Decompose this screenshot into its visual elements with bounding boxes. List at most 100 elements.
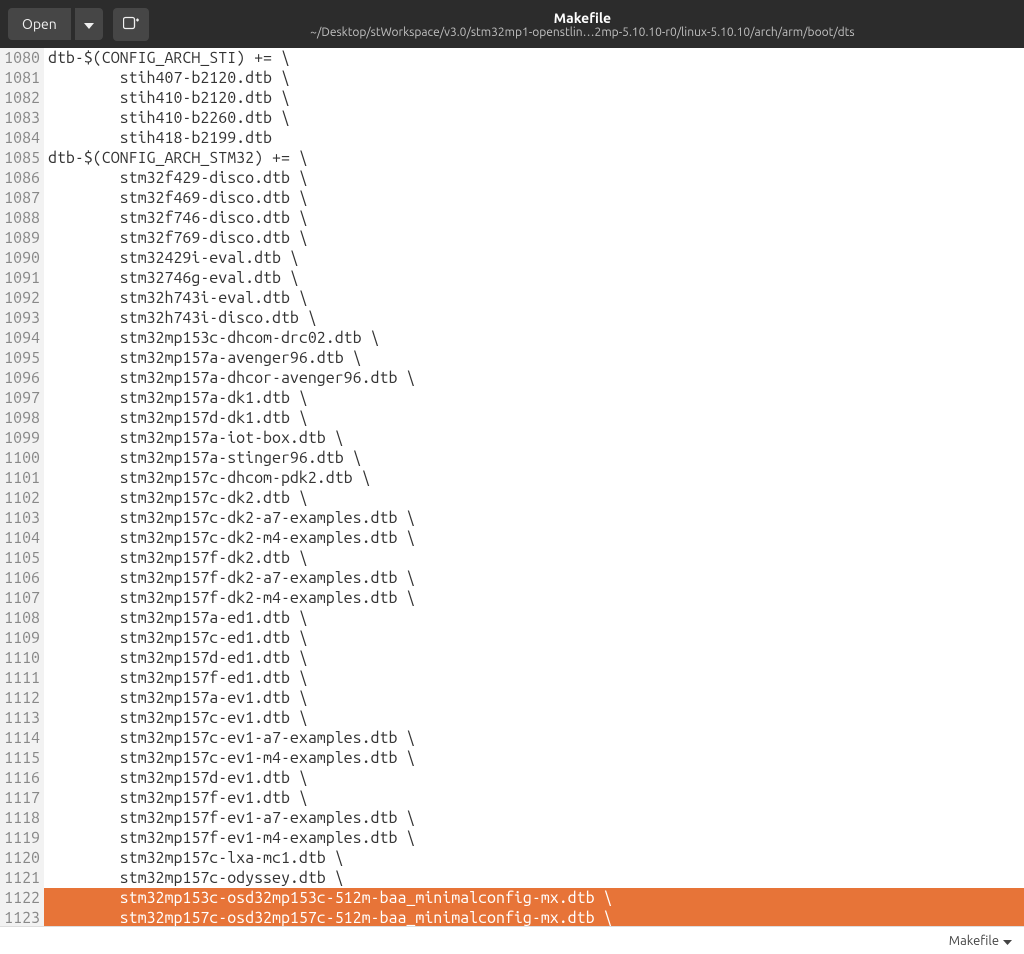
line-content: stm32mp157c-lxa-mc1.dtb \ bbox=[44, 848, 1024, 868]
code-line[interactable]: 1105 stm32mp157f-dk2.dtb \ bbox=[0, 548, 1024, 568]
triangle-down-icon bbox=[1003, 934, 1012, 948]
code-line[interactable]: 1089 stm32f769-disco.dtb \ bbox=[0, 228, 1024, 248]
code-line[interactable]: 1114 stm32mp157c-ev1-a7-examples.dtb \ bbox=[0, 728, 1024, 748]
line-number: 1085 bbox=[0, 148, 44, 168]
code-line[interactable]: 1088 stm32f746-disco.dtb \ bbox=[0, 208, 1024, 228]
code-line[interactable]: 1122 stm32mp153c-osd32mp153c-512m-baa_mi… bbox=[0, 888, 1024, 908]
line-content: stih410-b2260.dtb \ bbox=[44, 108, 1024, 128]
line-number: 1116 bbox=[0, 768, 44, 788]
code-line[interactable]: 1115 stm32mp157c-ev1-m4-examples.dtb \ bbox=[0, 748, 1024, 768]
line-number: 1103 bbox=[0, 508, 44, 528]
line-content: stm32mp157f-ev1-a7-examples.dtb \ bbox=[44, 808, 1024, 828]
line-content: stm32mp157c-osd32mp157c-512m-baa_minimal… bbox=[44, 908, 1024, 926]
code-line[interactable]: 1118 stm32mp157f-ev1-a7-examples.dtb \ bbox=[0, 808, 1024, 828]
line-content: stm32mp153c-osd32mp153c-512m-baa_minimal… bbox=[44, 888, 1024, 908]
line-number: 1115 bbox=[0, 748, 44, 768]
code-line[interactable]: 1112 stm32mp157a-ev1.dtb \ bbox=[0, 688, 1024, 708]
line-content: stm32mp157c-ed1.dtb \ bbox=[44, 628, 1024, 648]
line-number: 1107 bbox=[0, 588, 44, 608]
line-content: stm32f429-disco.dtb \ bbox=[44, 168, 1024, 188]
line-number: 1088 bbox=[0, 208, 44, 228]
code-line[interactable]: 1103 stm32mp157c-dk2-a7-examples.dtb \ bbox=[0, 508, 1024, 528]
line-number: 1117 bbox=[0, 788, 44, 808]
line-content: stm32mp157c-dk2-a7-examples.dtb \ bbox=[44, 508, 1024, 528]
code-line[interactable]: 1091 stm32746g-eval.dtb \ bbox=[0, 268, 1024, 288]
code-line[interactable]: 1093 stm32h743i-disco.dtb \ bbox=[0, 308, 1024, 328]
triangle-down-icon bbox=[84, 16, 94, 32]
line-number: 1114 bbox=[0, 728, 44, 748]
code-line[interactable]: 1090 stm32429i-eval.dtb \ bbox=[0, 248, 1024, 268]
line-number: 1111 bbox=[0, 668, 44, 688]
code-line[interactable]: 1104 stm32mp157c-dk2-m4-examples.dtb \ bbox=[0, 528, 1024, 548]
code-line[interactable]: 1113 stm32mp157c-ev1.dtb \ bbox=[0, 708, 1024, 728]
code-line[interactable]: 1101 stm32mp157c-dhcom-pdk2.dtb \ bbox=[0, 468, 1024, 488]
line-number: 1097 bbox=[0, 388, 44, 408]
code-line[interactable]: 1119 stm32mp157f-ev1-m4-examples.dtb \ bbox=[0, 828, 1024, 848]
line-number: 1093 bbox=[0, 308, 44, 328]
code-line[interactable]: 1100 stm32mp157a-stinger96.dtb \ bbox=[0, 448, 1024, 468]
code-line[interactable]: 1084 stih418-b2199.dtb bbox=[0, 128, 1024, 148]
code-line[interactable]: 1120 stm32mp157c-lxa-mc1.dtb \ bbox=[0, 848, 1024, 868]
language-label: Makefile bbox=[949, 934, 999, 948]
code-line[interactable]: 1117 stm32mp157f-ev1.dtb \ bbox=[0, 788, 1024, 808]
new-tab-button[interactable] bbox=[113, 8, 149, 41]
line-number: 1084 bbox=[0, 128, 44, 148]
line-content: stm32h743i-eval.dtb \ bbox=[44, 288, 1024, 308]
line-number: 1112 bbox=[0, 688, 44, 708]
line-content: stm32746g-eval.dtb \ bbox=[44, 268, 1024, 288]
code-line[interactable]: 1098 stm32mp157d-dk1.dtb \ bbox=[0, 408, 1024, 428]
code-line[interactable]: 1080dtb-$(CONFIG_ARCH_STI) += \ bbox=[0, 48, 1024, 68]
code-line[interactable]: 1109 stm32mp157c-ed1.dtb \ bbox=[0, 628, 1024, 648]
code-line[interactable]: 1097 stm32mp157a-dk1.dtb \ bbox=[0, 388, 1024, 408]
line-number: 1094 bbox=[0, 328, 44, 348]
line-number: 1087 bbox=[0, 188, 44, 208]
code-line[interactable]: 1087 stm32f469-disco.dtb \ bbox=[0, 188, 1024, 208]
code-line[interactable]: 1116 stm32mp157d-ev1.dtb \ bbox=[0, 768, 1024, 788]
line-content: stm32mp157c-ev1-m4-examples.dtb \ bbox=[44, 748, 1024, 768]
code-line[interactable]: 1096 stm32mp157a-dhcor-avenger96.dtb \ bbox=[0, 368, 1024, 388]
code-line[interactable]: 1106 stm32mp157f-dk2-a7-examples.dtb \ bbox=[0, 568, 1024, 588]
code-line[interactable]: 1085dtb-$(CONFIG_ARCH_STM32) += \ bbox=[0, 148, 1024, 168]
header-title-area: Makefile ~/Desktop/stWorkspace/v3.0/stm3… bbox=[149, 10, 1016, 39]
line-number: 1090 bbox=[0, 248, 44, 268]
code-line[interactable]: 1111 stm32mp157f-ed1.dtb \ bbox=[0, 668, 1024, 688]
code-line[interactable]: 1082 stih410-b2120.dtb \ bbox=[0, 88, 1024, 108]
line-content: stm32mp157a-avenger96.dtb \ bbox=[44, 348, 1024, 368]
window-subtitle: ~/Desktop/stWorkspace/v3.0/stm32mp1-open… bbox=[310, 26, 854, 39]
line-content: stm32mp157c-odyssey.dtb \ bbox=[44, 868, 1024, 888]
editor-area[interactable]: 1080dtb-$(CONFIG_ARCH_STI) += \1081 stih… bbox=[0, 48, 1024, 926]
line-content: stm32mp157f-dk2.dtb \ bbox=[44, 548, 1024, 568]
line-number: 1123 bbox=[0, 908, 44, 926]
line-content: stm32mp153c-dhcom-drc02.dtb \ bbox=[44, 328, 1024, 348]
line-content: stm32mp157d-dk1.dtb \ bbox=[44, 408, 1024, 428]
code-line[interactable]: 1083 stih410-b2260.dtb \ bbox=[0, 108, 1024, 128]
line-number: 1083 bbox=[0, 108, 44, 128]
line-content: stm32mp157d-ed1.dtb \ bbox=[44, 648, 1024, 668]
line-number: 1100 bbox=[0, 448, 44, 468]
line-number: 1122 bbox=[0, 888, 44, 908]
code-line[interactable]: 1108 stm32mp157a-ed1.dtb \ bbox=[0, 608, 1024, 628]
code-line[interactable]: 1086 stm32f429-disco.dtb \ bbox=[0, 168, 1024, 188]
language-selector[interactable]: Makefile bbox=[949, 934, 1012, 948]
open-button[interactable]: Open bbox=[8, 8, 71, 40]
code-line[interactable]: 1107 stm32mp157f-dk2-m4-examples.dtb \ bbox=[0, 588, 1024, 608]
line-number: 1109 bbox=[0, 628, 44, 648]
code-line[interactable]: 1110 stm32mp157d-ed1.dtb \ bbox=[0, 648, 1024, 668]
line-number: 1101 bbox=[0, 468, 44, 488]
line-number: 1118 bbox=[0, 808, 44, 828]
status-bar: Makefile bbox=[0, 926, 1024, 954]
line-content: stm32mp157a-dhcor-avenger96.dtb \ bbox=[44, 368, 1024, 388]
open-dropdown-button[interactable] bbox=[75, 8, 103, 40]
line-content: stm32f769-disco.dtb \ bbox=[44, 228, 1024, 248]
code-line[interactable]: 1094 stm32mp153c-dhcom-drc02.dtb \ bbox=[0, 328, 1024, 348]
code-line[interactable]: 1123 stm32mp157c-osd32mp157c-512m-baa_mi… bbox=[0, 908, 1024, 926]
line-number: 1120 bbox=[0, 848, 44, 868]
line-content: stm32mp157a-ev1.dtb \ bbox=[44, 688, 1024, 708]
code-line[interactable]: 1081 stih407-b2120.dtb \ bbox=[0, 68, 1024, 88]
code-line[interactable]: 1099 stm32mp157a-iot-box.dtb \ bbox=[0, 428, 1024, 448]
code-line[interactable]: 1121 stm32mp157c-odyssey.dtb \ bbox=[0, 868, 1024, 888]
line-content: stm32f746-disco.dtb \ bbox=[44, 208, 1024, 228]
code-line[interactable]: 1092 stm32h743i-eval.dtb \ bbox=[0, 288, 1024, 308]
code-line[interactable]: 1102 stm32mp157c-dk2.dtb \ bbox=[0, 488, 1024, 508]
code-line[interactable]: 1095 stm32mp157a-avenger96.dtb \ bbox=[0, 348, 1024, 368]
